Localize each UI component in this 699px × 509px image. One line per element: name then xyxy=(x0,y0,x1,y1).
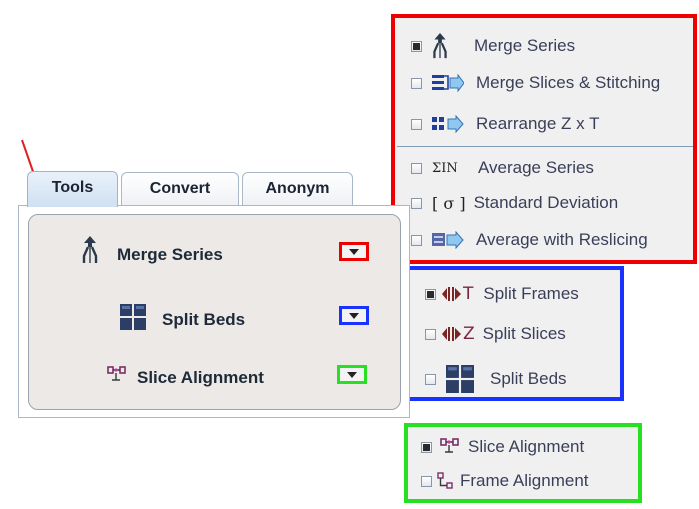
split-slices-glyph: Z xyxy=(463,324,475,344)
split-beds-icon xyxy=(446,365,474,393)
split-beds-dropdown-button[interactable] xyxy=(339,306,369,325)
menu-item-average-reslicing[interactable]: Average with Reslicing xyxy=(411,230,648,250)
std-deviation-icon: [ σ ] xyxy=(432,193,466,213)
chevron-down-icon xyxy=(349,249,359,255)
checkbox[interactable] xyxy=(425,288,436,300)
tab-anonym-label: Anonym xyxy=(265,180,330,197)
checkbox[interactable] xyxy=(411,77,422,89)
checkbox[interactable] xyxy=(425,373,436,385)
menu-item-label: Split Frames xyxy=(483,284,579,303)
menu-item-frame-alignment[interactable]: Frame Alignment xyxy=(421,471,589,491)
menu-item-label: Rearrange Z x T xyxy=(476,114,600,133)
checkbox[interactable] xyxy=(411,118,422,130)
menu-item-label: Merge Series xyxy=(474,36,576,55)
checkbox[interactable] xyxy=(411,162,422,174)
menu-item-average-series[interactable]: ΣIN Average Series xyxy=(411,158,594,178)
menu-item-label: Average with Reslicing xyxy=(476,230,648,249)
split-frames-glyph: T xyxy=(463,284,474,304)
frame-alignment-icon xyxy=(436,472,454,490)
menu-item-label: Slice Alignment xyxy=(468,437,585,456)
checkbox[interactable] xyxy=(411,197,422,209)
tool-split-beds[interactable]: Split Beds xyxy=(162,310,245,330)
slice-alignment-dropdown-button[interactable] xyxy=(337,365,367,384)
annotation-arrow-icon xyxy=(21,139,41,191)
alignment-options-menu xyxy=(404,423,642,503)
split-frames-icon: T xyxy=(442,284,473,304)
menu-item-merge-series[interactable]: Merge Series xyxy=(411,33,575,59)
checkbox[interactable] xyxy=(411,234,422,246)
menu-item-label: Split Slices xyxy=(482,324,566,343)
slice-alignment-icon xyxy=(107,366,126,381)
menu-item-split-beds[interactable]: Split Beds xyxy=(425,365,567,393)
chevron-down-icon xyxy=(349,313,359,319)
menu-item-split-frames[interactable]: T Split Frames xyxy=(425,284,579,304)
chevron-down-icon xyxy=(347,372,357,378)
menu-item-label: Average Series xyxy=(478,158,594,177)
average-reslicing-icon xyxy=(432,231,464,249)
menu-item-label: Standard Deviation xyxy=(473,193,619,212)
rearrange-icon xyxy=(432,115,464,133)
tab-convert[interactable]: Convert xyxy=(121,172,239,206)
menu-item-rearrange[interactable]: Rearrange Z x T xyxy=(411,114,599,134)
menu-item-slice-alignment[interactable]: Slice Alignment xyxy=(421,437,584,457)
merge-series-icon xyxy=(432,33,448,59)
menu-separator xyxy=(397,146,693,147)
tool-merge-series[interactable]: Merge Series xyxy=(117,245,223,265)
split-beds-icon xyxy=(120,304,146,330)
checkbox[interactable] xyxy=(425,328,436,340)
tool-slice-alignment[interactable]: Slice Alignment xyxy=(137,368,264,388)
checkbox[interactable] xyxy=(411,40,422,52)
tab-tools-label: Tools xyxy=(51,179,94,196)
merge-series-icon xyxy=(82,236,98,263)
menu-item-label: Frame Alignment xyxy=(460,471,589,490)
menu-item-label: Split Beds xyxy=(490,369,567,388)
slice-alignment-icon xyxy=(440,438,460,456)
merge-slices-icon xyxy=(432,74,464,92)
menu-item-label: Merge Slices & Stitching xyxy=(476,73,661,92)
split-slices-icon: Z xyxy=(442,324,475,344)
tab-convert-label: Convert xyxy=(149,180,211,197)
checkbox[interactable] xyxy=(421,475,432,487)
checkbox[interactable] xyxy=(421,441,432,453)
merge-series-dropdown-button[interactable] xyxy=(339,242,369,261)
menu-item-merge-slices[interactable]: Merge Slices & Stitching xyxy=(411,73,660,93)
menu-item-split-slices[interactable]: Z Split Slices xyxy=(425,324,566,344)
tab-tools[interactable]: Tools xyxy=(27,171,118,207)
average-series-icon: ΣIN xyxy=(432,160,458,176)
tab-anonym[interactable]: Anonym xyxy=(242,172,353,206)
menu-item-std-deviation[interactable]: [ σ ] Standard Deviation xyxy=(411,193,618,213)
